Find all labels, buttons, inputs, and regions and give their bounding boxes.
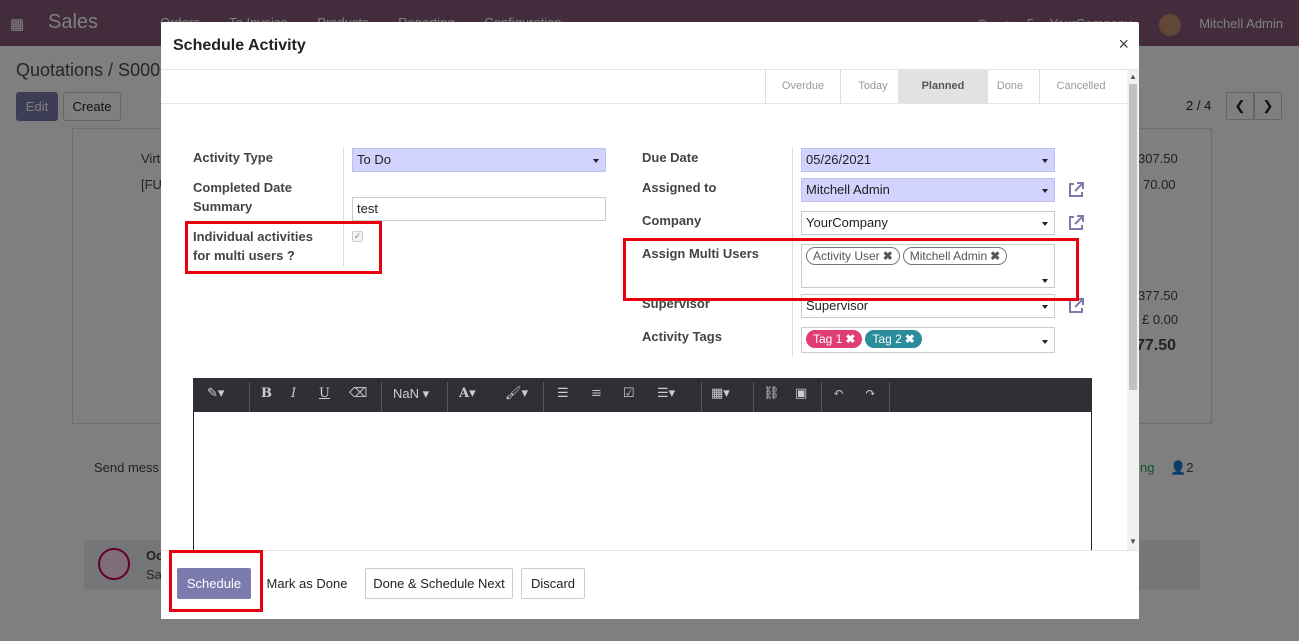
scroll-thumb[interactable] bbox=[1129, 84, 1137, 390]
stage-today[interactable]: Today bbox=[841, 70, 905, 103]
font-size-value: NaN bbox=[393, 386, 420, 401]
activity-tag: Tag 1 ✖ bbox=[806, 330, 863, 348]
note-editor[interactable] bbox=[193, 412, 1092, 552]
assigned-to-label: Assigned to bbox=[642, 180, 717, 195]
assigned-to-select[interactable]: Mitchell Admin bbox=[801, 178, 1055, 202]
table-icon[interactable]: ▦▾ bbox=[711, 386, 730, 401]
chevron-down-icon bbox=[1042, 189, 1048, 193]
toolbar-divider bbox=[701, 382, 702, 412]
modal-scrollbar[interactable]: ▲ ▼ bbox=[1127, 70, 1139, 550]
highlight-box-multi-users bbox=[623, 238, 1079, 301]
numbered-list-icon[interactable]: ≡ bbox=[591, 386, 602, 401]
completed-date-label: Completed Date bbox=[193, 180, 292, 195]
stage-divider bbox=[1039, 70, 1040, 103]
stage-planned[interactable]: Planned bbox=[898, 70, 988, 103]
italic-icon[interactable]: I bbox=[291, 386, 296, 401]
remove-tag-icon[interactable]: ✖ bbox=[905, 332, 915, 346]
activity-type-label: Activity Type bbox=[193, 150, 273, 165]
toolbar-divider bbox=[249, 382, 250, 412]
scroll-up-icon[interactable]: ▲ bbox=[1129, 72, 1137, 81]
modal-footer: Schedule Mark as Done Done & Schedule Ne… bbox=[161, 550, 1139, 619]
align-icon[interactable]: ☰▾ bbox=[657, 386, 675, 401]
external-link-icon[interactable] bbox=[1066, 213, 1086, 233]
toolbar-divider bbox=[889, 382, 890, 412]
chevron-down-icon bbox=[1042, 222, 1048, 226]
company-label: Company bbox=[642, 213, 702, 228]
activity-tags-field[interactable]: Tag 1 ✖ Tag 2 ✖ bbox=[801, 327, 1055, 353]
stage-cancelled[interactable]: Cancelled bbox=[1041, 70, 1121, 103]
modal-title: Schedule Activity bbox=[173, 37, 306, 54]
summary-input[interactable]: test bbox=[352, 197, 606, 221]
summary-value: test bbox=[357, 201, 378, 216]
stage-done[interactable]: Done bbox=[981, 70, 1039, 103]
close-icon[interactable]: × bbox=[1118, 34, 1129, 55]
chevron-down-icon bbox=[593, 159, 599, 163]
summary-label: Summary bbox=[193, 199, 253, 214]
chevron-down-icon bbox=[1042, 159, 1048, 163]
due-date-value: 05/26/2021 bbox=[806, 152, 872, 167]
highlight-box-schedule bbox=[169, 550, 263, 612]
magic-wand-icon[interactable]: ✎▾ bbox=[207, 386, 224, 401]
font-size-dropdown[interactable]: NaN ▾ bbox=[393, 386, 429, 402]
activity-tags-label: Activity Tags bbox=[642, 329, 722, 344]
chevron-down-icon bbox=[1042, 340, 1048, 344]
stage-overdue[interactable]: Overdue bbox=[766, 70, 840, 103]
bold-icon[interactable]: B bbox=[261, 386, 272, 401]
discard-button[interactable]: Discard bbox=[521, 568, 585, 599]
editor-toolbar: ✎▾ B I U ⌫ NaN ▾ A▾ 🖌▾ ☰ ≡ ☑ ☰▾ ▦▾ ⛓ ▣ ↶… bbox=[193, 378, 1092, 412]
paint-brush-icon[interactable]: 🖌▾ bbox=[505, 386, 528, 401]
toolbar-divider bbox=[543, 382, 544, 412]
scroll-down-icon[interactable]: ▼ bbox=[1129, 537, 1137, 546]
image-icon[interactable]: ▣ bbox=[795, 386, 807, 401]
activity-type-value: To Do bbox=[357, 152, 391, 167]
activity-tag: Tag 2 ✖ bbox=[865, 330, 922, 348]
due-date-input[interactable]: 05/26/2021 bbox=[801, 148, 1055, 172]
link-icon[interactable]: ⛓ bbox=[763, 386, 780, 401]
redo-icon[interactable]: ↷ bbox=[865, 386, 876, 401]
modal-header: Schedule Activity × bbox=[161, 22, 1139, 70]
eraser-icon[interactable]: ⌫ bbox=[349, 386, 367, 401]
activity-type-select[interactable]: To Do bbox=[352, 148, 606, 172]
bullet-list-icon[interactable]: ☰ bbox=[557, 386, 569, 401]
chevron-down-icon bbox=[1042, 305, 1048, 309]
schedule-activity-dialog: Schedule Activity × Overdue Today Planne… bbox=[161, 22, 1139, 619]
company-value: YourCompany bbox=[806, 215, 888, 230]
underline-icon[interactable]: U bbox=[319, 386, 330, 401]
company-select[interactable]: YourCompany bbox=[801, 211, 1055, 235]
checklist-icon[interactable]: ☑ bbox=[623, 386, 635, 401]
font-color-icon[interactable]: A▾ bbox=[459, 386, 476, 401]
assigned-to-value: Mitchell Admin bbox=[806, 182, 890, 197]
undo-icon[interactable]: ↶ bbox=[833, 386, 844, 401]
external-link-icon[interactable] bbox=[1066, 180, 1086, 200]
remove-tag-icon[interactable]: ✖ bbox=[845, 332, 855, 346]
due-date-label: Due Date bbox=[642, 150, 699, 165]
toolbar-divider bbox=[447, 382, 448, 412]
activity-status-bar: Overdue Today Planned Done Cancelled bbox=[161, 70, 1127, 104]
toolbar-divider bbox=[381, 382, 382, 412]
tag-label: Tag 2 bbox=[872, 332, 902, 346]
tag-label: Tag 1 bbox=[813, 332, 843, 346]
toolbar-divider bbox=[753, 382, 754, 412]
done-schedule-next-button[interactable]: Done & Schedule Next bbox=[365, 568, 513, 599]
toolbar-divider bbox=[821, 382, 822, 412]
mark-as-done-button[interactable]: Mark as Done bbox=[261, 568, 353, 599]
highlight-box-individual bbox=[185, 221, 382, 274]
